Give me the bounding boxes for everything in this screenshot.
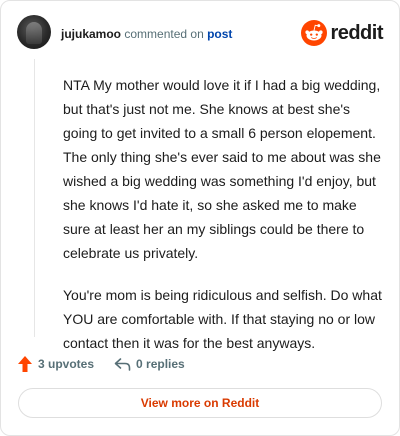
embedded-comment-card: jujukamoo commented on post reddit NTA M… bbox=[0, 0, 400, 436]
comment-meta: jujukamoo commented on post bbox=[61, 27, 232, 41]
comment-paragraph: NTA My mother would love it if I had a b… bbox=[63, 77, 381, 261]
comment-header: jujukamoo commented on post reddit bbox=[17, 15, 385, 51]
commented-on-label: commented on bbox=[124, 27, 204, 41]
username-link[interactable]: jujukamoo bbox=[61, 27, 121, 41]
view-more-button[interactable]: View more on Reddit bbox=[18, 388, 382, 418]
reply-icon bbox=[114, 358, 131, 371]
reddit-wordmark: reddit bbox=[330, 21, 383, 44]
reply-action[interactable]: 0 replies bbox=[114, 357, 185, 371]
avatar[interactable] bbox=[17, 15, 51, 49]
post-link[interactable]: post bbox=[207, 27, 232, 41]
comment-body: NTA My mother would love it if I had a b… bbox=[63, 73, 383, 373]
thread-line bbox=[34, 59, 35, 337]
reddit-logo[interactable]: reddit bbox=[301, 19, 383, 47]
reply-count: 0 replies bbox=[136, 357, 185, 371]
reddit-snoo-icon bbox=[301, 20, 328, 46]
comment-footer: 3 upvotes 0 replies bbox=[17, 353, 185, 375]
upvote-count: 3 upvotes bbox=[38, 357, 95, 371]
upvote-icon[interactable] bbox=[17, 355, 33, 373]
comment-paragraph: You're mom is being ridiculous and selfi… bbox=[63, 287, 382, 351]
